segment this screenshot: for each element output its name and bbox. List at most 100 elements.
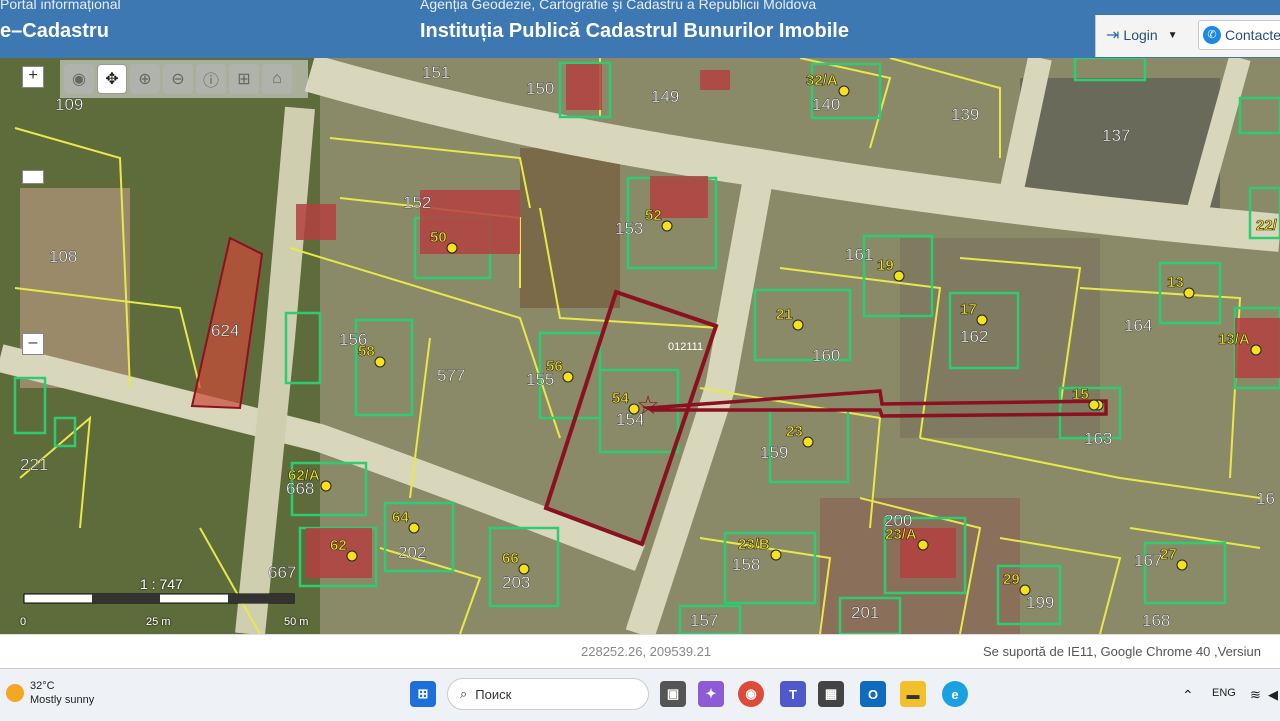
address-label: 23/A — [885, 526, 917, 543]
address-label: 56 — [546, 358, 563, 375]
address-label: 13 — [1167, 274, 1184, 291]
globe-icon[interactable]: ◉ — [64, 64, 94, 94]
address-point-marker — [562, 371, 574, 383]
language-indicator[interactable]: ENG — [1212, 687, 1236, 699]
parcel-number-label: 161 — [845, 245, 873, 264]
parcel-number-label: 201 — [851, 603, 879, 622]
taskbar-search[interactable]: ⌕ Поиск — [447, 678, 649, 710]
address-point-marker — [838, 85, 850, 97]
parcel-number-label: 577 — [437, 366, 465, 385]
parcel-number-label: 167 — [1134, 551, 1162, 570]
file-explorer-icon[interactable]: ▬ — [900, 681, 926, 707]
address-point-marker — [976, 314, 988, 326]
address-label: 27 — [1160, 546, 1177, 563]
task-view-icon[interactable]: ▣ — [660, 681, 686, 707]
address-label: 66 — [502, 550, 519, 567]
scale-bar-segment — [92, 594, 160, 603]
address-label: 52 — [645, 207, 662, 224]
map-canvas[interactable]: ☆ 151150 149109 140139137152153108 161624 15… — [0, 58, 1280, 634]
weather-widget[interactable]: 32°C Mostly sunny — [6, 679, 94, 707]
parcel-number-label: 203 — [502, 573, 530, 592]
parcel-number-label: 667 — [268, 563, 296, 582]
parcel-number-label: 16 — [1256, 489, 1275, 508]
address-label: 21 — [776, 306, 793, 323]
address-label: 32/A — [806, 72, 838, 89]
edge-icon[interactable]: e — [942, 681, 968, 707]
parcel-number-label: 139 — [951, 105, 979, 124]
outlook-icon[interactable]: O — [860, 681, 886, 707]
windows-start-icon[interactable]: ⊞ — [410, 681, 436, 707]
zoom-in-button[interactable]: + — [22, 66, 44, 88]
zoom-out-icon[interactable]: ⊖ — [163, 64, 193, 94]
scale-label: 1 : 747 — [140, 576, 183, 592]
address-point-marker — [320, 480, 332, 492]
address-point-marker — [893, 270, 905, 282]
institution-name: Instituția Publică Cadastrul Bunurilor I… — [420, 20, 849, 42]
address-label: 23/B — [738, 536, 770, 553]
parcel-number-label: 149 — [651, 87, 679, 106]
address-point-marker — [792, 319, 804, 331]
address-label: 13/A — [1218, 331, 1250, 348]
zoom-in-icon[interactable]: ⊕ — [130, 64, 160, 94]
browser-support-text: Se suportă de IE11, Google Chrome 40 ,Ve… — [983, 644, 1261, 659]
portal-title[interactable]: e–Cadastru — [0, 20, 109, 43]
parcel-number-label: 162 — [960, 327, 988, 346]
calculator-icon[interactable]: ▦ — [818, 681, 844, 707]
parcel-number-label: 160 — [812, 346, 840, 365]
parcel-number-label: 140 — [812, 95, 840, 114]
windows-taskbar: 32°C Mostly sunny ⊞ ⌕ Поиск ▣ ✦ ◉ T ▦ O … — [0, 668, 1280, 721]
chevron-up-icon[interactable]: ⌃ — [1182, 687, 1194, 704]
scale-tick: 50 m — [284, 616, 309, 628]
parcel-number-label: 168 — [1142, 611, 1170, 630]
address-point-marker — [917, 539, 929, 551]
volume-icon[interactable]: ◀ — [1268, 687, 1278, 703]
address-label: 64 — [392, 509, 409, 526]
login-icon: ⇥ — [1106, 27, 1120, 44]
portal-subtitle: Portal informațional — [0, 0, 121, 12]
chrome-icon[interactable]: ◉ — [738, 681, 764, 707]
zoom-slider-handle[interactable] — [22, 170, 44, 184]
address-label: 17 — [960, 301, 977, 318]
login-button[interactable]: ⇥ Login ▼ — [1106, 25, 1178, 45]
parcel-number-label: 163 — [1084, 429, 1112, 448]
copilot-icon[interactable]: ✦ — [698, 681, 724, 707]
info-icon[interactable]: ⓘ — [196, 64, 226, 94]
app-header: Portal informațional e–Cadastru Agenția … — [0, 0, 1280, 58]
search-icon: ⌕ — [460, 686, 468, 701]
map-coordinates: 228252.26, 209539.21 — [581, 644, 712, 659]
agency-name: Agenția Geodezie, Cartografie și Cadastr… — [420, 0, 817, 12]
pan-icon[interactable]: ✥ — [97, 64, 127, 94]
scale-tick: 0 — [20, 616, 27, 628]
address-point-marker — [802, 436, 814, 448]
measure-icon[interactable]: ⊞ — [229, 64, 259, 94]
zoom-out-button[interactable]: – — [22, 333, 44, 355]
address-point-marker — [1250, 344, 1262, 356]
address-point-marker — [770, 549, 782, 561]
header-buttons: ⇥ Login ▼ ✆ Contacte — [1095, 15, 1280, 57]
teams-icon[interactable]: T — [780, 681, 806, 707]
address-label: 54 — [612, 390, 629, 407]
address-label: 62 — [330, 537, 347, 554]
parcel-number-label: 159 — [760, 443, 788, 462]
contacte-button[interactable]: ✆ Contacte — [1198, 20, 1280, 50]
address-label: 58 — [358, 343, 375, 360]
address-label: 19 — [877, 257, 894, 274]
home-icon[interactable]: ⌂ — [262, 64, 292, 94]
cadastral-map[interactable]: ☆ 151 150 149 109 140 139 137 152 153 108 161 624 15… — [0, 58, 1280, 634]
address-label: 62/A — [288, 467, 320, 484]
parcel-number-label: 199 — [1026, 593, 1054, 612]
address-point-marker — [408, 522, 420, 534]
parcel-number-label: 137 — [1102, 126, 1130, 145]
parcel-number-label: 221 — [20, 455, 48, 474]
map-toolbar: ◉ ✥ ⊕ ⊖ ⓘ ⊞ ⌂ — [60, 60, 308, 98]
wifi-icon[interactable]: ≋ — [1250, 687, 1261, 703]
phone-icon: ✆ — [1203, 26, 1221, 44]
contacte-label: Contacte — [1225, 27, 1280, 43]
cadastral-code-label: 012111 — [668, 341, 703, 353]
temperature: 32°C — [30, 680, 55, 692]
chevron-down-icon: ▼ — [1167, 29, 1178, 41]
parcel-number-label: 150 — [526, 79, 554, 98]
parcel-number-label: 202 — [398, 543, 426, 562]
search-label: Поиск — [475, 686, 512, 702]
parcel-number-label: 624 — [211, 321, 239, 340]
